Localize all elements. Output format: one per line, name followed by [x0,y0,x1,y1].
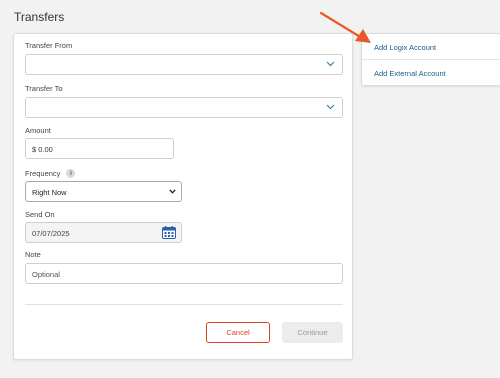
continue-button[interactable]: Continue [282,322,343,343]
annotation-arrow-icon [319,11,371,43]
send-on-label: Send On [25,210,55,219]
amount-input[interactable]: $ 0.00 [25,138,174,159]
transfer-to-select[interactable] [25,97,343,118]
transfer-to-label: Transfer To [25,84,63,93]
form-divider [25,304,343,305]
chevron-down-icon [326,104,335,110]
transfer-form-card: Transfer From Transfer To Amount $ 0.00 … [13,33,353,360]
send-on-value: 07/07/2025 [32,229,70,238]
frequency-label-row: Frequency i [25,169,76,178]
transfer-from-label: Transfer From [25,41,73,50]
chevron-down-icon [326,61,335,67]
chevron-down-icon [169,189,176,194]
calendar-icon[interactable] [162,226,176,239]
transfer-from-select[interactable] [25,54,343,75]
frequency-label: Frequency [25,169,61,178]
note-label: Note [25,250,41,259]
frequency-select[interactable]: Right Now [25,181,182,202]
page-title: Transfers [14,10,65,24]
account-actions-card: Add Logix Account Add External Account [361,33,500,86]
side-divider [362,59,500,60]
frequency-value: Right Now [32,188,67,197]
cancel-button[interactable]: Cancel [206,322,270,343]
note-input[interactable]: Optional [25,263,343,284]
add-external-account-link[interactable]: Add External Account [374,69,446,78]
add-logix-account-link[interactable]: Add Logix Account [374,43,436,52]
info-icon[interactable]: i [66,169,76,178]
amount-label: Amount [25,126,51,135]
send-on-date-input[interactable]: 07/07/2025 [25,222,182,243]
